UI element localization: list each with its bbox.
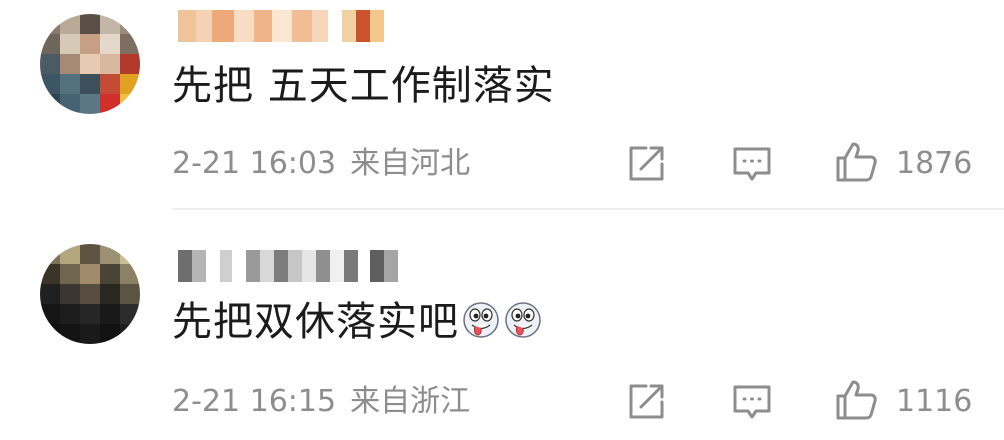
like-count: 1876 xyxy=(896,146,973,181)
like-count: 1116 xyxy=(896,384,973,419)
comment-text: 先把双休落实吧 xyxy=(172,298,543,346)
comment-meta: 2-21 16:03 来自河北 xyxy=(172,144,470,184)
thumbs-up-icon[interactable] xyxy=(834,140,878,184)
comment-time: 2-21 16:15 xyxy=(172,384,337,419)
comment-text-content: 先把双休落实吧 xyxy=(172,299,459,345)
avatar[interactable] xyxy=(40,244,140,344)
username-pixelated[interactable] xyxy=(178,250,418,282)
thumbs-up-icon[interactable] xyxy=(834,378,878,422)
comment-location: 来自浙江 xyxy=(350,384,471,419)
comment-icon[interactable] xyxy=(730,142,774,186)
comment-item: 先把双休落实吧 2-21 16:15 来自浙江 1116 xyxy=(0,220,1004,440)
avatar[interactable] xyxy=(40,14,140,114)
share-icon[interactable] xyxy=(624,142,668,186)
comment-icon[interactable] xyxy=(730,380,774,424)
ghost-tongue-emoji-icon xyxy=(503,299,543,339)
share-icon[interactable] xyxy=(624,380,668,424)
username-pixelated[interactable] xyxy=(178,10,418,42)
comment-location: 来自河北 xyxy=(350,146,471,181)
divider xyxy=(172,208,1004,210)
comment-text: 先把 五天工作制落实 xyxy=(172,63,555,109)
comment-meta: 2-21 16:15 来自浙江 xyxy=(172,382,470,422)
ghost-tongue-emoji-icon xyxy=(461,299,501,339)
comment-item: 先把 五天工作制落实 2-21 16:03 来自河北 1876 xyxy=(0,0,1004,210)
comment-time: 2-21 16:03 xyxy=(172,146,337,181)
